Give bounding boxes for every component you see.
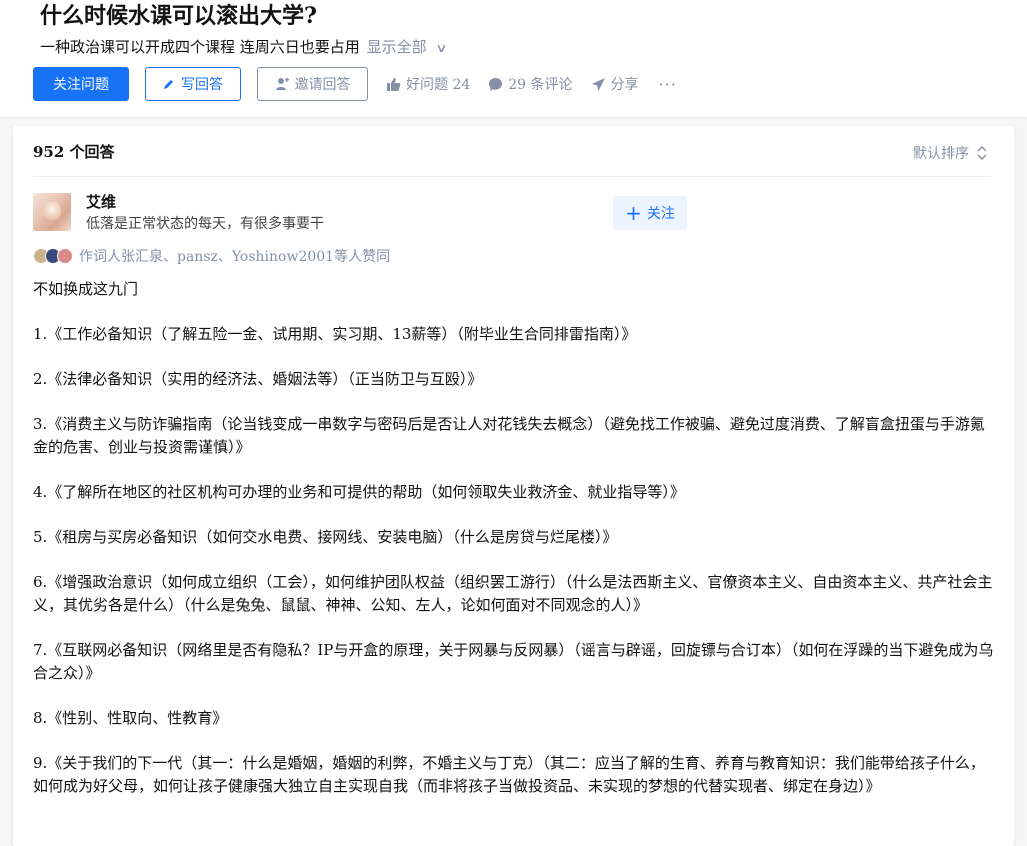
answers-header: 952 个回答 默认排序 <box>33 126 991 177</box>
answer-paragraph: 3.《消费主义与防诈骗指南（论当钱变成一串数字与密码后是否让人对花钱失去概念）（… <box>33 415 985 456</box>
answer-paragraph: 1.《工作必备知识（了解五险一金、试用期、实习期、13薪等）（附毕业生合同排雷指… <box>33 325 637 343</box>
answer-paragraph: 7.《互联网必备知识（网络里是否有隐私？IP与开盒的原理，关于网暴与反网暴）（谣… <box>33 641 994 682</box>
answer-paragraph: 5.《租房与买房必备知识（如何交水电费、接网线、安装电脑）（什么是房贷与烂尾楼）… <box>33 528 618 546</box>
voter-avatar <box>57 248 73 264</box>
invite-answer-label: 邀请回答 <box>294 77 351 93</box>
answer-count: 952 个回答 <box>33 143 115 161</box>
question-header: 什么时候水课可以滚出大学? 一种政治课可以开成四个课程 连周六日也要占用 显示全… <box>0 0 1027 117</box>
question-description-text: 一种政治课可以开成四个课程 连周六日也要占用 <box>40 38 360 56</box>
question-description: 一种政治课可以开成四个课程 连周六日也要占用 显示全部 ∨ <box>40 36 448 59</box>
comments-button[interactable]: 29 条评论 <box>488 74 573 94</box>
question-actions: 关注问题 写回答 邀请回答 好问题 24 29 条评论 分享 ··· <box>33 67 677 101</box>
follow-question-button[interactable]: 关注问题 <box>33 67 129 101</box>
answer-paragraph: 8.《性别、性取向、性教育》 <box>33 709 228 727</box>
paper-plane-icon <box>591 77 605 91</box>
more-options-button[interactable]: ··· <box>659 75 677 94</box>
sort-dropdown[interactable]: 默认排序 <box>913 143 987 163</box>
sort-label: 默认排序 <box>913 146 969 162</box>
plus-icon: + <box>625 201 642 225</box>
voters-text: 作词人张汇泉、pansz、Yoshinow2001等人赞同 <box>79 249 391 265</box>
avatar[interactable] <box>33 193 71 231</box>
answer-paragraph: 不如换成这九门 <box>33 280 139 298</box>
follow-author-label: 关注 <box>646 206 675 222</box>
answer-content: 不如换成这九门 1.《工作必备知识（了解五险一金、试用期、实习期、13薪等）（附… <box>33 278 995 820</box>
thumbs-up-icon <box>387 77 401 91</box>
good-question-button[interactable]: 好问题 24 <box>386 74 470 94</box>
invite-answer-button[interactable]: 邀请回答 <box>257 67 368 101</box>
comments-label: 29 条评论 <box>508 77 573 93</box>
share-label: 分享 <box>610 77 639 93</box>
follow-author-button[interactable]: + 关注 <box>613 196 687 230</box>
sort-chevron-icon <box>977 146 987 160</box>
good-question-label: 好问题 24 <box>406 77 471 93</box>
chevron-down-icon[interactable]: ∨ <box>436 37 448 59</box>
answer-paragraph: 4.《了解所在地区的社区机构可办理的业务和可提供的帮助（如何领取失业救济金、就业… <box>33 483 685 501</box>
answer-paragraph: 6.《增强政治意识（如何成立组织（工会），如何维护团队权益（组织罢工游行）（什么… <box>33 573 993 614</box>
author-bio: 低落是正常状态的每天，有很多事要干 <box>86 216 324 232</box>
answers-card: 952 个回答 默认排序 艾维 低落是正常状态的每天，有很多事要干 + 关注 作… <box>13 126 1014 846</box>
write-answer-button[interactable]: 写回答 <box>145 67 241 101</box>
add-user-icon <box>275 77 289 90</box>
share-button[interactable]: 分享 <box>591 74 639 94</box>
question-title: 什么时候水课可以滚出大学? <box>40 3 317 29</box>
answer-paragraph: 2.《法律必备知识（实用的经济法、婚姻法等）（正当防卫与互殴）》 <box>33 370 483 388</box>
pencil-icon <box>164 80 173 89</box>
voters-line[interactable]: 作词人张汇泉、pansz、Yoshinow2001等人赞同 <box>33 246 390 266</box>
write-answer-label: 写回答 <box>181 77 223 93</box>
comment-icon <box>489 77 503 91</box>
show-all-link[interactable]: 显示全部 <box>367 38 427 56</box>
follow-question-label: 关注问题 <box>53 77 109 93</box>
answer-author: 艾维 低落是正常状态的每天，有很多事要干 + 关注 <box>33 193 991 235</box>
answer-paragraph: 9.《关于我们的下一代（其一：什么是婚姻，婚姻的利弊，不婚主义与丁克）（其二：应… <box>33 754 985 795</box>
author-name[interactable]: 艾维 <box>86 192 116 212</box>
